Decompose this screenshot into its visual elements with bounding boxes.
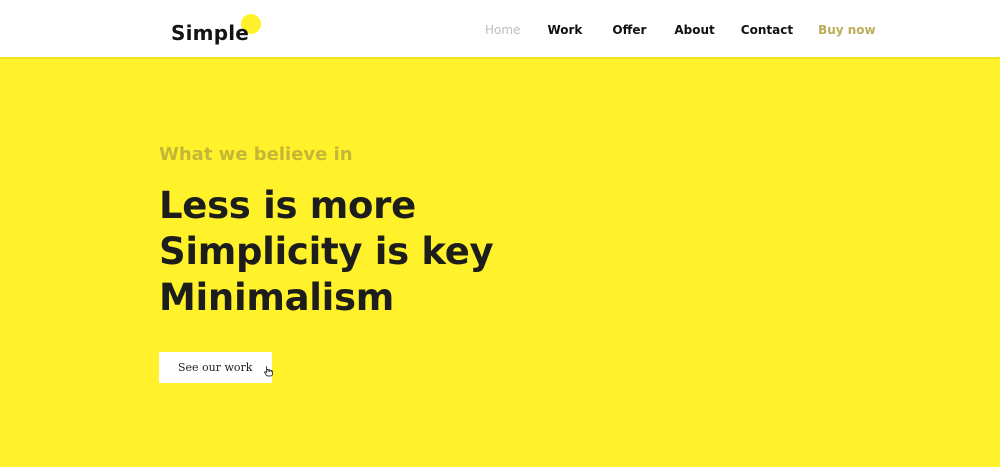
nav-item-offer[interactable]: Offer (612, 22, 646, 38)
hero-headline-line-3: Minimalism (159, 276, 394, 319)
see-our-work-button[interactable]: See our work (159, 352, 275, 383)
hero-headline-line-2: Simplicity is key (159, 230, 494, 273)
main-nav: Home Work Offer About Contact Buy now (485, 22, 876, 38)
hero-section: What we believe in Less is more Simplici… (159, 143, 494, 321)
nav-item-about[interactable]: About (674, 22, 714, 38)
nav-item-contact[interactable]: Contact (741, 22, 793, 38)
nav-item-buy-now[interactable]: Buy now (818, 22, 876, 38)
site-header: Simple Home Work Offer About Contact Buy… (0, 0, 1000, 59)
pointer-hand-icon (263, 362, 275, 376)
logo[interactable]: Simple (171, 14, 261, 46)
nav-item-home[interactable]: Home (485, 22, 520, 38)
logo-text: Simple (171, 21, 250, 45)
hero-headline: Less is more Simplicity is key Minimalis… (159, 183, 494, 321)
hero-headline-line-1: Less is more (159, 184, 416, 227)
hero-eyebrow: What we believe in (159, 144, 353, 165)
see-our-work-label: See our work (178, 361, 253, 374)
nav-item-work[interactable]: Work (547, 22, 582, 38)
